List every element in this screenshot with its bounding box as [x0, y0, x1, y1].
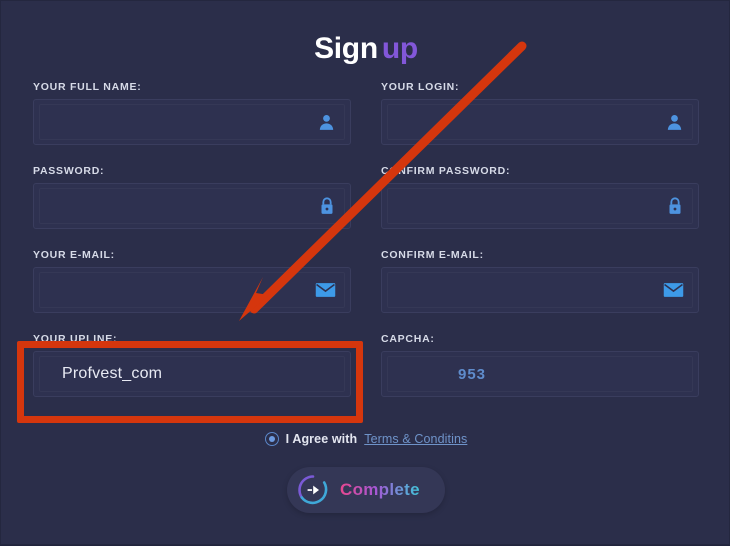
envelope-icon: [663, 282, 684, 298]
envelope-icon: [315, 282, 336, 298]
field-label: YOUR FULL NAME:: [33, 81, 142, 93]
play-circle-icon: [295, 472, 331, 508]
field-captcha: CAPCHA: 953: [381, 333, 699, 397]
full-name-input[interactable]: [33, 99, 351, 145]
field-login: YOUR LOGIN:: [381, 81, 699, 145]
page-title-accent: up: [381, 32, 418, 65]
field-label: CAPCHA:: [381, 333, 435, 345]
upline-input[interactable]: Profvest_com: [33, 351, 351, 397]
complete-button-label: Complete: [340, 480, 420, 499]
field-label: CONFIRM PASSWORD:: [381, 165, 511, 177]
signup-page: Sign up YOUR FULL NAME: YOUR LOGIN: PASS…: [0, 0, 730, 545]
field-label: YOUR E-MAIL:: [33, 249, 115, 261]
form-row: YOUR E-MAIL: CONFIRM E-MAIL:: [33, 249, 699, 313]
field-confirm-password: CONFIRM PASSWORD:: [381, 165, 699, 229]
field-label: CONFIRM E-MAIL:: [381, 249, 484, 261]
agree-radio-button[interactable]: [264, 432, 279, 446]
complete-button[interactable]: Complete: [287, 467, 445, 513]
page-title: Sign up: [1, 31, 730, 67]
field-password: PASSWORD:: [33, 165, 351, 229]
field-upline: YOUR UPLINE: Profvest_com: [33, 333, 351, 397]
password-input[interactable]: [33, 183, 351, 229]
field-label: PASSWORD:: [33, 165, 105, 177]
email-input[interactable]: [33, 267, 351, 313]
field-full-name: YOUR FULL NAME:: [33, 81, 351, 145]
page-title-primary: Sign: [314, 32, 378, 65]
agreement-row: I Agree with Terms & Conditins: [1, 432, 730, 446]
field-value: Profvest_com: [62, 365, 163, 382]
form-row: YOUR FULL NAME: YOUR LOGIN:: [33, 81, 699, 145]
field-label: YOUR UPLINE:: [33, 333, 118, 345]
terms-and-conditions-link[interactable]: Terms & Conditins: [364, 432, 467, 446]
form-row: PASSWORD: CONFIRM PASSWORD:: [33, 165, 699, 229]
confirm-password-input[interactable]: [381, 183, 699, 229]
radio-dot-icon: [268, 436, 275, 442]
lock-icon: [318, 196, 336, 216]
form-row: YOUR UPLINE: Profvest_com CAPCHA: 953: [33, 333, 699, 397]
lock-icon: [666, 196, 684, 216]
field-label: YOUR LOGIN:: [381, 81, 460, 93]
confirm-email-input[interactable]: [381, 267, 699, 313]
captcha-input[interactable]: 953: [381, 351, 699, 397]
field-email: YOUR E-MAIL:: [33, 249, 351, 313]
user-icon: [665, 113, 684, 132]
user-icon: [317, 113, 336, 132]
login-input[interactable]: [381, 99, 699, 145]
signup-form: YOUR FULL NAME: YOUR LOGIN: PASSWORD: CO…: [33, 81, 699, 417]
agreement-label: I Agree with: [285, 432, 358, 446]
field-confirm-email: CONFIRM E-MAIL:: [381, 249, 699, 313]
captcha-value: 953: [458, 365, 487, 383]
